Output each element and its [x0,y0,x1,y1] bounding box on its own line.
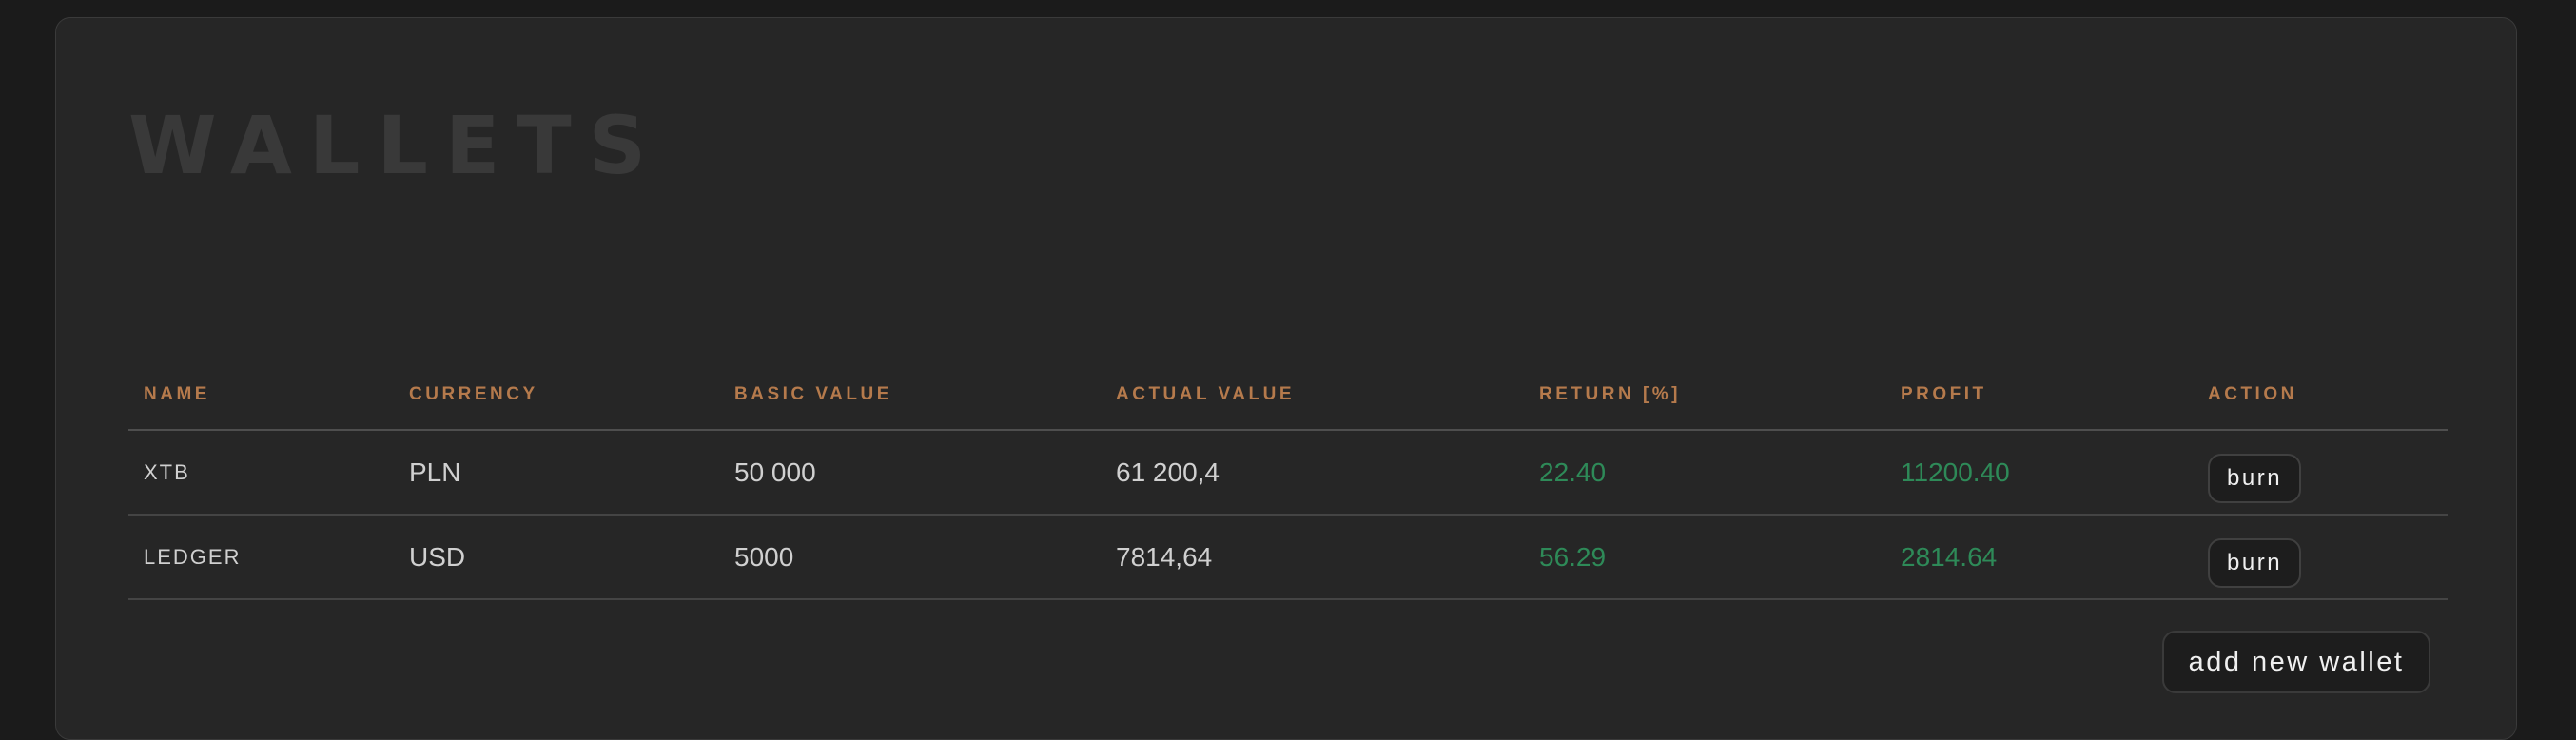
wallets-panel: WALLETS NAME CURRENCY BASIC VALUE ACTUAL… [55,17,2517,740]
table-header: NAME CURRENCY BASIC VALUE ACTUAL VALUE R… [128,360,2448,431]
wallets-table: NAME CURRENCY BASIC VALUE ACTUAL VALUE R… [128,360,2448,600]
table-row: LEDGER USD 5000 7814,64 56.29 2814.64 bu… [128,515,2448,600]
column-header-currency: CURRENCY [394,360,719,431]
table-row: XTB PLN 50 000 61 200,4 22.40 11200.40 b… [128,430,2448,516]
wallet-name-cell: XTB [128,430,394,516]
column-header-name: NAME [128,360,394,431]
burn-button[interactable]: burn [2208,537,2302,588]
wallet-name-cell: LEDGER [128,515,394,600]
wallet-actual-value-cell: 7814,64 [1101,515,1524,600]
wallet-return-cell: 22.40 [1524,430,1885,516]
wallet-return-cell: 56.29 [1524,515,1885,600]
column-header-profit: PROFIT [1885,360,2193,431]
wallet-action-cell: burn [2193,430,2448,516]
column-header-return: RETURN [%] [1524,360,1885,431]
column-header-action: ACTION [2193,360,2448,431]
wallet-actual-value-cell: 61 200,4 [1101,430,1524,516]
wallet-currency-cell: USD [394,515,719,600]
page-title: WALLETS [128,99,664,192]
header-row: NAME CURRENCY BASIC VALUE ACTUAL VALUE R… [128,360,2448,431]
wallet-profit-cell: 2814.64 [1885,515,2193,600]
table-body: XTB PLN 50 000 61 200,4 22.40 11200.40 b… [128,430,2448,600]
wallet-currency-cell: PLN [394,430,719,516]
wallet-profit-cell: 11200.40 [1885,430,2193,516]
wallets-table-container: NAME CURRENCY BASIC VALUE ACTUAL VALUE R… [128,360,2448,600]
wallet-basic-value-cell: 50 000 [719,430,1101,516]
column-header-actual-value: ACTUAL VALUE [1101,360,1524,431]
add-new-wallet-button[interactable]: add new wallet [2162,631,2430,693]
burn-button[interactable]: burn [2208,453,2302,503]
column-header-basic-value: BASIC VALUE [719,360,1101,431]
wallet-action-cell: burn [2193,515,2448,600]
wallet-basic-value-cell: 5000 [719,515,1101,600]
